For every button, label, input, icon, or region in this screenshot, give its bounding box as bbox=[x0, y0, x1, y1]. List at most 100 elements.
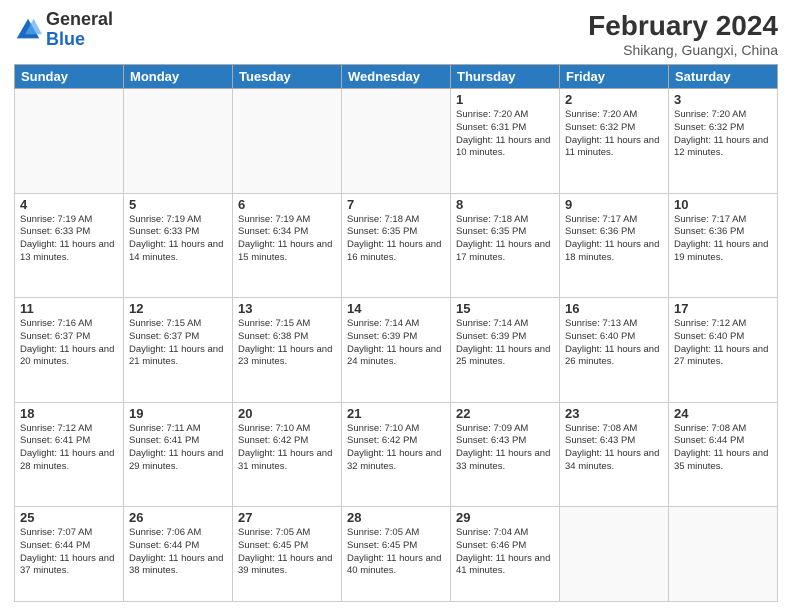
day-number: 17 bbox=[674, 301, 772, 316]
day-cell bbox=[15, 89, 124, 194]
day-info: Sunrise: 7:17 AM Sunset: 6:36 PM Dayligh… bbox=[674, 214, 772, 265]
day-cell: 8 Sunrise: 7:18 AM Sunset: 6:35 PM Daylig… bbox=[451, 193, 560, 298]
day-number: 11 bbox=[20, 301, 118, 316]
logo-blue: Blue bbox=[46, 29, 85, 49]
day-cell: 21 Sunrise: 7:10 AM Sunset: 6:42 PM Dayli… bbox=[342, 402, 451, 507]
week-row-3: 11Sunrise: 7:16 AM Sunset: 6:37 PM Dayli… bbox=[15, 298, 778, 403]
day-number: 24 bbox=[674, 406, 772, 421]
day-number: 26 bbox=[129, 510, 227, 525]
day-cell: 3 Sunrise: 7:20 AM Sunset: 6:32 PM Daylig… bbox=[669, 89, 778, 194]
day-info: Sunrise: 7:18 AM Sunset: 6:35 PM Dayligh… bbox=[456, 214, 554, 265]
day-cell: 2Sunrise: 7:20 AM Sunset: 6:32 PM Daylig… bbox=[560, 89, 669, 194]
day-info: Sunrise: 7:20 AM Sunset: 6:32 PM Dayligh… bbox=[674, 109, 772, 160]
header: General Blue February 2024 Shikang, Guan… bbox=[14, 10, 778, 58]
day-info: Sunrise: 7:12 AM Sunset: 6:41 PM Dayligh… bbox=[20, 423, 118, 474]
header-friday: Friday bbox=[560, 65, 669, 89]
day-info: Sunrise: 7:06 AM Sunset: 6:44 PM Dayligh… bbox=[129, 527, 227, 578]
day-number: 21 bbox=[347, 406, 445, 421]
week-row-4: 18 Sunrise: 7:12 AM Sunset: 6:41 PM Dayli… bbox=[15, 402, 778, 507]
day-cell: 22Sunrise: 7:09 AM Sunset: 6:43 PM Dayli… bbox=[451, 402, 560, 507]
day-number: 2 bbox=[565, 92, 663, 107]
day-number: 3 bbox=[674, 92, 772, 107]
header-monday: Monday bbox=[124, 65, 233, 89]
week-row-1: 1 Sunrise: 7:20 AM Sunset: 6:31 PM Daylig… bbox=[15, 89, 778, 194]
day-cell: 28Sunrise: 7:05 AM Sunset: 6:45 PM Dayli… bbox=[342, 507, 451, 602]
day-cell bbox=[233, 89, 342, 194]
day-cell: 12 Sunrise: 7:15 AM Sunset: 6:37 PM Dayli… bbox=[124, 298, 233, 403]
day-info: Sunrise: 7:12 AM Sunset: 6:40 PM Dayligh… bbox=[674, 318, 772, 369]
day-cell: 13Sunrise: 7:15 AM Sunset: 6:38 PM Dayli… bbox=[233, 298, 342, 403]
day-number: 18 bbox=[20, 406, 118, 421]
day-number: 23 bbox=[565, 406, 663, 421]
day-info: Sunrise: 7:18 AM Sunset: 6:35 PM Dayligh… bbox=[347, 214, 445, 265]
day-cell bbox=[669, 507, 778, 602]
day-info: Sunrise: 7:15 AM Sunset: 6:37 PM Dayligh… bbox=[129, 318, 227, 369]
day-cell: 6 Sunrise: 7:19 AM Sunset: 6:34 PM Daylig… bbox=[233, 193, 342, 298]
day-cell: 24 Sunrise: 7:08 AM Sunset: 6:44 PM Dayli… bbox=[669, 402, 778, 507]
day-number: 19 bbox=[129, 406, 227, 421]
day-cell: 1 Sunrise: 7:20 AM Sunset: 6:31 PM Daylig… bbox=[451, 89, 560, 194]
day-number: 22 bbox=[456, 406, 554, 421]
day-cell: 4 Sunrise: 7:19 AM Sunset: 6:33 PM Daylig… bbox=[15, 193, 124, 298]
logo-text: General Blue bbox=[46, 10, 113, 50]
week-row-5: 25 Sunrise: 7:07 AM Sunset: 6:44 PM Dayli… bbox=[15, 507, 778, 602]
day-number: 7 bbox=[347, 197, 445, 212]
day-info: Sunrise: 7:04 AM Sunset: 6:46 PM Dayligh… bbox=[456, 527, 554, 578]
day-number: 4 bbox=[20, 197, 118, 212]
day-cell: 23 Sunrise: 7:08 AM Sunset: 6:43 PM Dayli… bbox=[560, 402, 669, 507]
day-info: Sunrise: 7:11 AM Sunset: 6:41 PM Dayligh… bbox=[129, 423, 227, 474]
day-cell: 16Sunrise: 7:13 AM Sunset: 6:40 PM Dayli… bbox=[560, 298, 669, 403]
days-header-row: Sunday Monday Tuesday Wednesday Thursday… bbox=[15, 65, 778, 89]
day-cell: 15 Sunrise: 7:14 AM Sunset: 6:39 PM Dayli… bbox=[451, 298, 560, 403]
day-cell: 26 Sunrise: 7:06 AM Sunset: 6:44 PM Dayli… bbox=[124, 507, 233, 602]
day-info: Sunrise: 7:13 AM Sunset: 6:40 PM Dayligh… bbox=[565, 318, 663, 369]
day-cell: 18 Sunrise: 7:12 AM Sunset: 6:41 PM Dayli… bbox=[15, 402, 124, 507]
day-number: 9 bbox=[565, 197, 663, 212]
day-number: 20 bbox=[238, 406, 336, 421]
day-info: Sunrise: 7:07 AM Sunset: 6:44 PM Dayligh… bbox=[20, 527, 118, 578]
day-cell: 7 Sunrise: 7:18 AM Sunset: 6:35 PM Daylig… bbox=[342, 193, 451, 298]
day-info: Sunrise: 7:10 AM Sunset: 6:42 PM Dayligh… bbox=[238, 423, 336, 474]
day-cell: 9 Sunrise: 7:17 AM Sunset: 6:36 PM Daylig… bbox=[560, 193, 669, 298]
day-info: Sunrise: 7:19 AM Sunset: 6:34 PM Dayligh… bbox=[238, 214, 336, 265]
day-cell: 17 Sunrise: 7:12 AM Sunset: 6:40 PM Dayli… bbox=[669, 298, 778, 403]
title-block: February 2024 Shikang, Guangxi, China bbox=[588, 10, 778, 58]
day-info: Sunrise: 7:19 AM Sunset: 6:33 PM Dayligh… bbox=[20, 214, 118, 265]
header-saturday: Saturday bbox=[669, 65, 778, 89]
day-number: 8 bbox=[456, 197, 554, 212]
day-number: 29 bbox=[456, 510, 554, 525]
day-info: Sunrise: 7:05 AM Sunset: 6:45 PM Dayligh… bbox=[347, 527, 445, 578]
day-cell bbox=[560, 507, 669, 602]
day-number: 14 bbox=[347, 301, 445, 316]
day-info: Sunrise: 7:10 AM Sunset: 6:42 PM Dayligh… bbox=[347, 423, 445, 474]
day-cell: 29 Sunrise: 7:04 AM Sunset: 6:46 PM Dayli… bbox=[451, 507, 560, 602]
day-info: Sunrise: 7:08 AM Sunset: 6:43 PM Dayligh… bbox=[565, 423, 663, 474]
logo-icon bbox=[14, 16, 42, 44]
day-info: Sunrise: 7:14 AM Sunset: 6:39 PM Dayligh… bbox=[347, 318, 445, 369]
day-info: Sunrise: 7:15 AM Sunset: 6:38 PM Dayligh… bbox=[238, 318, 336, 369]
day-cell: 20 Sunrise: 7:10 AM Sunset: 6:42 PM Dayli… bbox=[233, 402, 342, 507]
day-info: Sunrise: 7:17 AM Sunset: 6:36 PM Dayligh… bbox=[565, 214, 663, 265]
day-info: Sunrise: 7:20 AM Sunset: 6:31 PM Dayligh… bbox=[456, 109, 554, 160]
header-wednesday: Wednesday bbox=[342, 65, 451, 89]
location: Shikang, Guangxi, China bbox=[588, 42, 778, 58]
day-number: 5 bbox=[129, 197, 227, 212]
day-number: 15 bbox=[456, 301, 554, 316]
day-number: 6 bbox=[238, 197, 336, 212]
day-number: 25 bbox=[20, 510, 118, 525]
day-cell: 14 Sunrise: 7:14 AM Sunset: 6:39 PM Dayli… bbox=[342, 298, 451, 403]
day-info: Sunrise: 7:14 AM Sunset: 6:39 PM Dayligh… bbox=[456, 318, 554, 369]
day-cell: 11Sunrise: 7:16 AM Sunset: 6:37 PM Dayli… bbox=[15, 298, 124, 403]
month-year: February 2024 bbox=[588, 10, 778, 42]
logo-general: General bbox=[46, 9, 113, 29]
header-thursday: Thursday bbox=[451, 65, 560, 89]
day-cell: 5Sunrise: 7:19 AM Sunset: 6:33 PM Daylig… bbox=[124, 193, 233, 298]
day-cell: 27Sunrise: 7:05 AM Sunset: 6:45 PM Dayli… bbox=[233, 507, 342, 602]
day-number: 1 bbox=[456, 92, 554, 107]
day-cell bbox=[342, 89, 451, 194]
day-info: Sunrise: 7:08 AM Sunset: 6:44 PM Dayligh… bbox=[674, 423, 772, 474]
week-row-2: 4 Sunrise: 7:19 AM Sunset: 6:33 PM Daylig… bbox=[15, 193, 778, 298]
day-number: 12 bbox=[129, 301, 227, 316]
logo: General Blue bbox=[14, 10, 113, 50]
day-cell: 19 Sunrise: 7:11 AM Sunset: 6:41 PM Dayli… bbox=[124, 402, 233, 507]
